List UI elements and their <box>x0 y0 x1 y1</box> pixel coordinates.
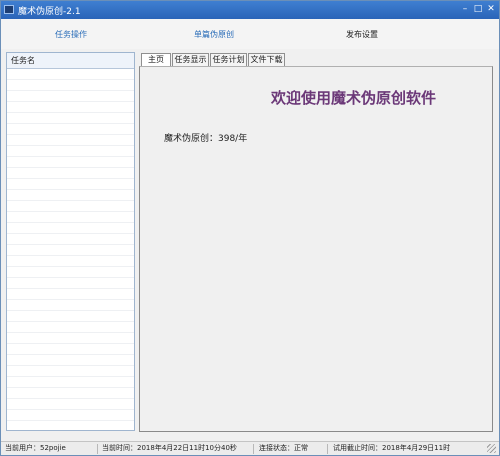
close-icon[interactable]: ✕ <box>485 3 497 15</box>
menu-bar: 任务操作 单篇伪原创 发布设置 <box>1 19 499 49</box>
status-divider <box>327 444 328 454</box>
task-list-panel: 任务名 <box>6 52 135 431</box>
task-name-column-header[interactable]: 任务名 <box>7 53 134 69</box>
app-window: 魔术伪原创-2.1 – □ ✕ 任务操作 单篇伪原创 发布设置 任务名 主页 任… <box>0 0 500 456</box>
tab-task-plan[interactable]: 任务计划 <box>210 53 247 66</box>
task-list[interactable] <box>7 69 134 430</box>
menu-publish-settings[interactable]: 发布设置 <box>346 29 378 40</box>
resize-grip-icon[interactable] <box>487 444 496 453</box>
minimize-icon[interactable]: – <box>459 3 471 15</box>
title-bar[interactable]: 魔术伪原创-2.1 – □ ✕ <box>1 1 499 19</box>
status-connection: 连接状态：正常 <box>259 444 308 452</box>
status-divider <box>253 444 254 454</box>
menu-task-operations[interactable]: 任务操作 <box>55 29 87 40</box>
window-title: 魔术伪原创-2.1 <box>18 7 81 17</box>
status-bar: 当前用户：52pojie 当前时间：2018年4月22日11时10分40秒 连接… <box>1 441 499 455</box>
tab-file-download[interactable]: 文件下载 <box>248 53 285 66</box>
status-current-user: 当前用户：52pojie <box>5 444 66 452</box>
home-content-panel: 欢迎使用魔术伪原创软件 魔术伪原创：398/年 <box>139 66 493 432</box>
tab-task-display[interactable]: 任务显示 <box>172 53 209 66</box>
tab-home[interactable]: 主页 <box>141 53 171 66</box>
maximize-icon[interactable]: □ <box>472 3 484 15</box>
status-current-time: 当前时间：2018年4月22日11时10分40秒 <box>102 444 237 452</box>
status-trial-expiry: 试用截止时间：2018年4月29日11时 <box>333 444 451 452</box>
status-divider <box>97 444 98 454</box>
price-text: 魔术伪原创：398/年 <box>164 134 248 144</box>
app-icon <box>4 5 14 14</box>
welcome-heading: 欢迎使用魔术伪原创软件 <box>271 89 437 107</box>
menu-single-rewrite[interactable]: 单篇伪原创 <box>194 29 234 40</box>
